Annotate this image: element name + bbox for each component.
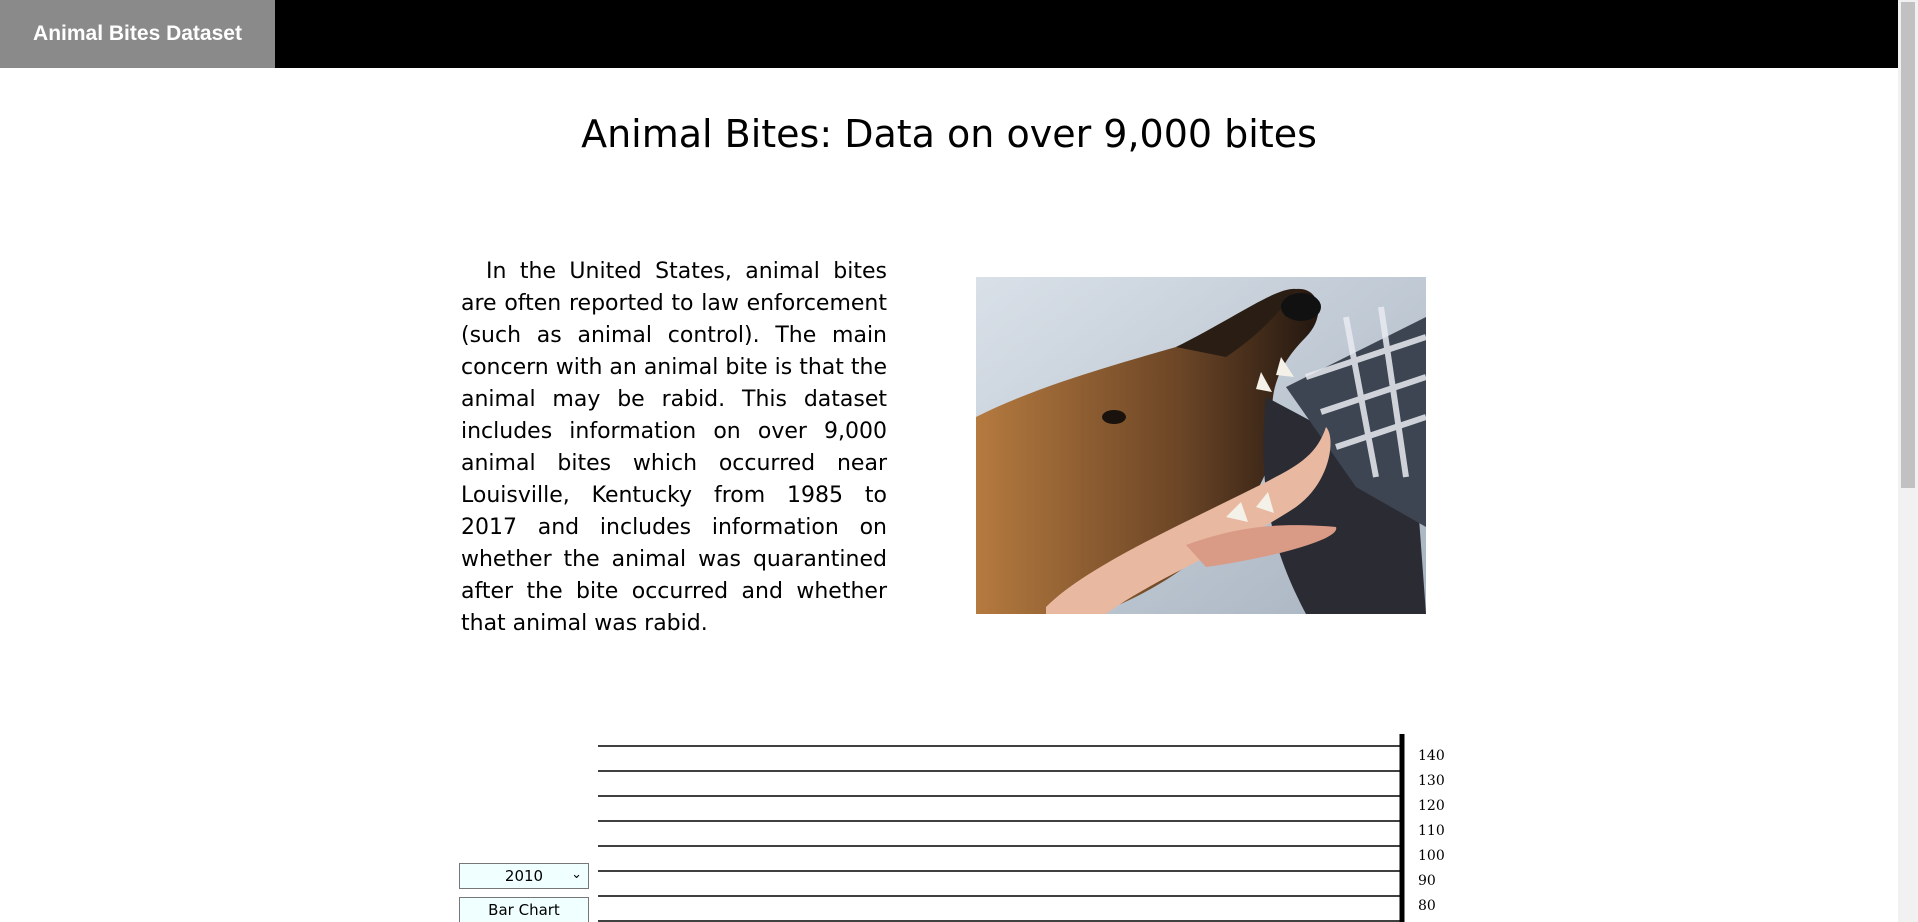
y-tick-label: 110 <box>1418 823 1445 839</box>
chevron-down-icon: ⌄ <box>571 867 582 882</box>
scrollbar-thumb[interactable] <box>1901 2 1915 488</box>
intro-paragraph: In the United States, animal bites are o… <box>461 259 887 636</box>
bar-chart-button[interactable]: Bar Chart <box>459 897 589 922</box>
y-tick-label: 90 <box>1418 873 1436 889</box>
year-select[interactable]: 2010 ⌄ <box>459 863 589 889</box>
y-axis-tick-labels: 140130120110100908070 <box>1418 748 1445 914</box>
y-tick-label: 140 <box>1418 748 1445 764</box>
y-tick-label: 100 <box>1418 848 1445 864</box>
y-tick-label: 120 <box>1418 798 1445 814</box>
y-tick-label: 80 <box>1418 898 1436 914</box>
bites-chart: 140130120110100908070 <box>598 734 1445 922</box>
chart-gridlines <box>598 745 1400 922</box>
brand-link[interactable]: Animal Bites Dataset <box>0 0 275 68</box>
page-scrollbar[interactable] <box>1898 0 1918 922</box>
y-tick-label: 130 <box>1418 773 1445 789</box>
dog-bite-photo <box>976 277 1426 614</box>
year-select-value: 2010 <box>504 867 544 885</box>
top-navbar: Animal Bites Dataset <box>0 0 1898 68</box>
page-title: Animal Bites: Data on over 9,000 bites <box>581 112 1317 156</box>
